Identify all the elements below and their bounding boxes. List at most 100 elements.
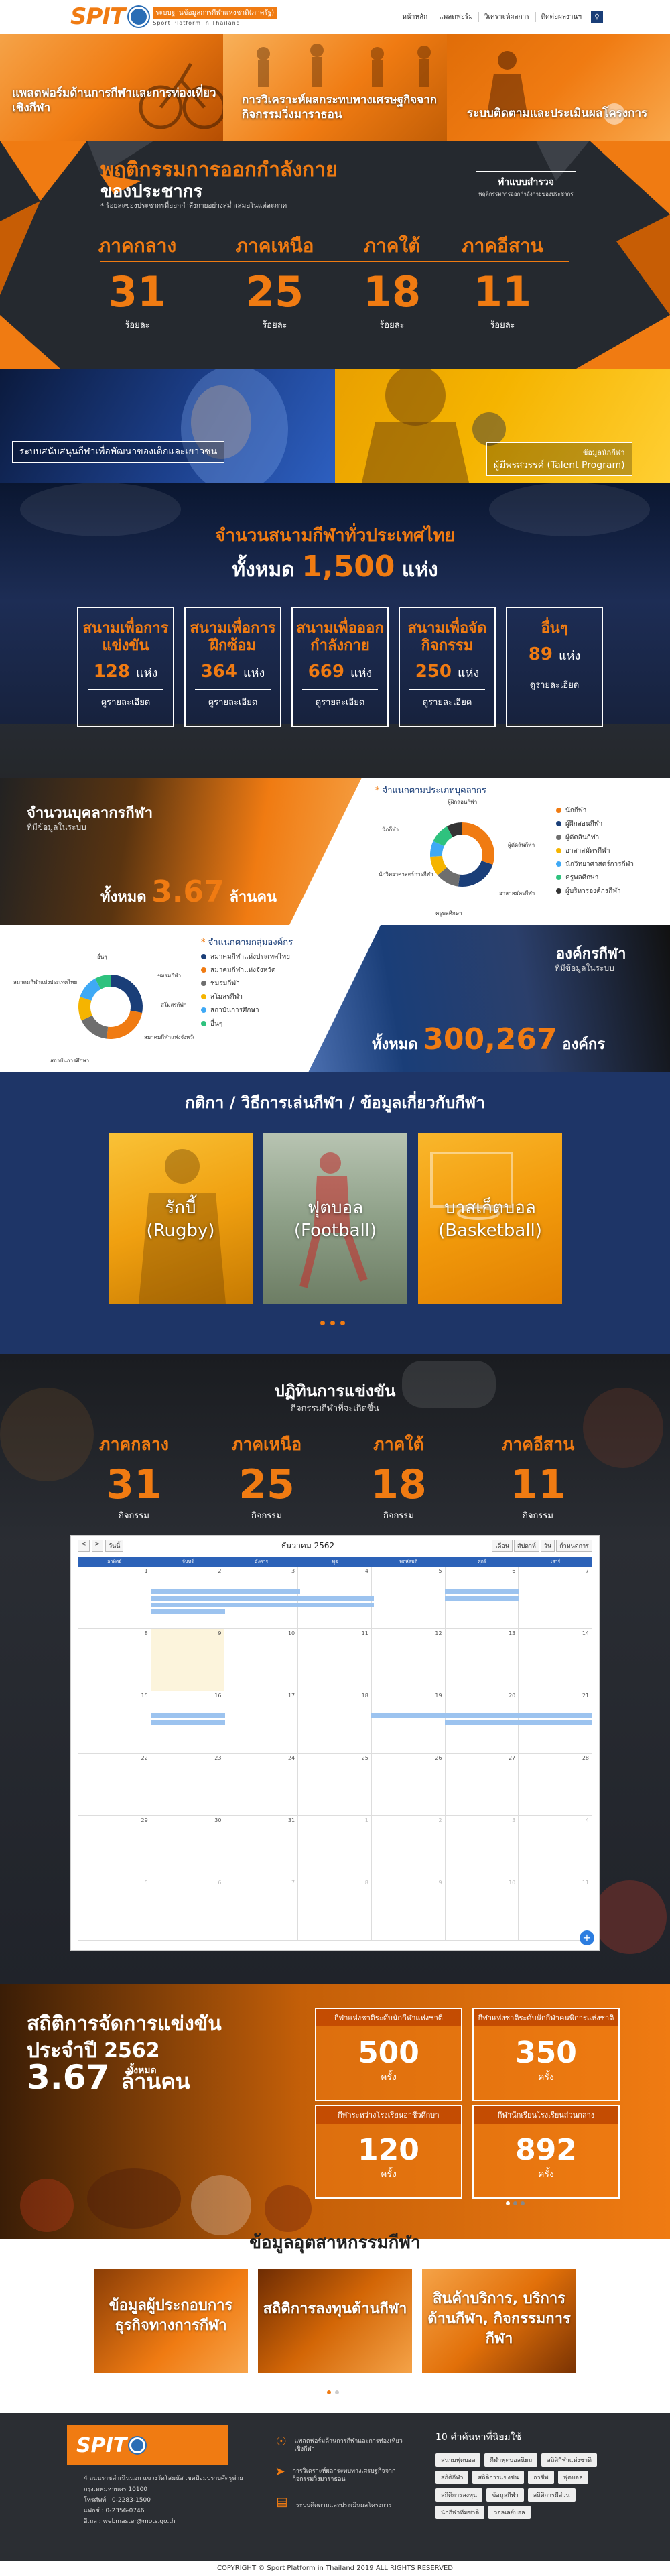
calendar-day-cell[interactable]: 14 [519, 1629, 592, 1691]
stadium-box-detail-link[interactable]: ดูรายละเอียด [302, 689, 378, 709]
calendar-day-cell[interactable]: 23 [151, 1754, 225, 1816]
calendar-event[interactable] [445, 1589, 519, 1594]
calendar-view-week[interactable]: สัปดาห์ [513, 1540, 539, 1552]
calendar-event[interactable] [151, 1603, 374, 1607]
calendar-day-cell[interactable]: 8 [78, 1629, 151, 1691]
tag-chip[interactable]: สถิติกีฬาแห่งชาติ [541, 2453, 597, 2467]
calendar-day-cell[interactable]: 24 [224, 1754, 299, 1816]
stadium-box-detail-link[interactable]: ดูรายละเอียด [195, 689, 271, 709]
add-event-button[interactable]: + [580, 1930, 594, 1945]
calendar-day-cell[interactable]: 31 [224, 1816, 299, 1878]
calendar-day-cell[interactable]: 5 [371, 1567, 446, 1629]
carousel-dot[interactable] [327, 2390, 331, 2394]
calendar-event[interactable] [445, 1713, 592, 1718]
calendar-event[interactable] [151, 1720, 225, 1725]
tag-chip[interactable]: สนามฟุตบอล [436, 2453, 481, 2467]
calendar-day-cell[interactable]: 15 [78, 1691, 151, 1754]
calendar-day-cell[interactable]: 29 [78, 1816, 151, 1878]
carousel-dot[interactable] [513, 2201, 517, 2205]
tag-chip[interactable]: วอลเลย์บอล [488, 2506, 531, 2519]
tag-chip[interactable]: นักกีฬาทีมชาติ [436, 2506, 485, 2519]
calendar-day-cell[interactable]: 13 [445, 1629, 519, 1691]
calendar-day-cell[interactable]: 1 [298, 1816, 372, 1878]
calendar-day-cell[interactable]: 7 [519, 1567, 592, 1629]
calendar-day-cell[interactable]: 7 [224, 1878, 299, 1941]
carousel-dot[interactable] [330, 1321, 335, 1325]
calendar-event[interactable] [445, 1596, 519, 1601]
hero-tile-monitoring[interactable]: ระบบติดตามและประเมินผลโครงการ [447, 34, 670, 141]
tag-chip[interactable]: ข้อมูลกีฬา [486, 2488, 524, 2502]
industry-card-investment[interactable]: สถิติการลงทุนด้านกีฬา [258, 2269, 412, 2373]
calendar-day-cell[interactable]: 5 [78, 1878, 151, 1941]
calendar-prev-button[interactable]: < [78, 1540, 90, 1552]
hero-tile-platform[interactable]: แพลตฟอร์มด้านการกีฬาและการท่องเที่ยวเชิง… [0, 34, 223, 141]
nav-contact[interactable]: ติดต่อผลงานฯ [536, 12, 587, 22]
calendar-event[interactable] [151, 1713, 225, 1718]
stadium-box-detail-link[interactable]: ดูรายละเอียด [517, 672, 592, 692]
site-logo[interactable]: SPIT ระบบฐานข้อมูลการกีฬาแห่งชาติ(ภาครัฐ… [70, 3, 277, 30]
calendar-event[interactable] [371, 1713, 445, 1718]
calendar-event[interactable] [151, 1609, 225, 1614]
carousel-dot[interactable] [335, 2390, 339, 2394]
calendar-day-cell[interactable]: 18 [298, 1691, 372, 1754]
calendar-day-cell[interactable]: 10 [224, 1629, 299, 1691]
calendar-event[interactable] [151, 1589, 300, 1594]
calendar-day-cell[interactable]: 30 [151, 1816, 225, 1878]
footer-link-marathon[interactable]: ➤ การวิเคราะห์ผลกระทบทางเศรษฐกิจจากกิจกร… [275, 2460, 409, 2490]
youth-program-banner[interactable]: ระบบสนับสนุนกีฬาเพื่อพัฒนาของเด็กและเยาว… [0, 369, 335, 483]
tag-chip[interactable]: สถิติการแข่งขัน [472, 2471, 525, 2484]
search-icon[interactable]: ⚲ [591, 11, 603, 23]
rugby-card[interactable]: รักบี้ (Rugby) [109, 1133, 253, 1304]
calendar-view-month[interactable]: เดือน [492, 1540, 513, 1552]
hero-tile-marathon[interactable]: การวิเคราะห์ผลกระทบทางเศรษฐกิจจากกิจกรรม… [223, 34, 447, 141]
footer-link-platform[interactable]: ☉ แพลตฟอร์มด้านการกีฬาและการท่องเที่ยวเช… [275, 2430, 409, 2460]
tag-chip[interactable]: อาชีพ [528, 2471, 554, 2484]
calendar-next-button[interactable]: > [91, 1540, 104, 1552]
calendar-day-cell[interactable]: 9 [371, 1878, 446, 1941]
calendar-day-cell[interactable]: 8 [298, 1878, 372, 1941]
calendar-day-cell[interactable]: 26 [371, 1754, 446, 1816]
calendar-day-cell[interactable]: 22 [78, 1754, 151, 1816]
basketball-card[interactable]: บาสเก็ตบอล (Basketball) [418, 1133, 562, 1304]
carousel-dot[interactable] [340, 1321, 345, 1325]
calendar-day-cell[interactable]: 25 [298, 1754, 372, 1816]
calendar-day-cell[interactable]: 11 [519, 1878, 592, 1941]
football-card[interactable]: ฟุตบอล (Football) [263, 1133, 407, 1304]
footer-logo[interactable]: SPIT [67, 2425, 228, 2465]
calendar-day-cell[interactable]: 3 [445, 1816, 519, 1878]
tag-chip[interactable]: ฟุตบอล [557, 2471, 588, 2484]
nav-analysis[interactable]: วิเคราะห์ผลการ [479, 11, 536, 22]
calendar-day-cell[interactable]: 28 [519, 1754, 592, 1816]
carousel-dot[interactable] [320, 1321, 325, 1325]
carousel-dot[interactable] [521, 2201, 525, 2205]
calendar-day-cell[interactable]: 17 [224, 1691, 299, 1754]
industry-card-business[interactable]: ข้อมูลผู้ประกอบการธุรกิจทางการกีฬา [94, 2269, 248, 2373]
calendar-day-cell[interactable]: 9 [151, 1629, 225, 1691]
calendar-day-cell[interactable]: 27 [445, 1754, 519, 1816]
tag-chip[interactable]: สถิติกีฬา [436, 2471, 469, 2484]
calendar-day-cell[interactable]: 19 [371, 1691, 446, 1754]
carousel-dot[interactable] [506, 2201, 510, 2205]
footer-link-monitoring[interactable]: ▤ ระบบติดตามและประเมินผลโครงการ [275, 2490, 409, 2520]
tag-chip[interactable]: สถิติการลงทุน [436, 2488, 483, 2502]
talent-program-banner[interactable]: ข้อมูลนักกีฬา ผู้มีพรสวรรค์ (Talent Prog… [335, 369, 670, 483]
calendar-day-cell[interactable]: 1 [78, 1567, 151, 1629]
calendar-day-cell[interactable]: 11 [298, 1629, 372, 1691]
stadium-box-detail-link[interactable]: ดูรายละเอียด [88, 689, 163, 709]
calendar-day-cell[interactable]: 2 [371, 1816, 446, 1878]
survey-button[interactable]: ทำแบบสำรวจ พฤติกรรมการออกกำลังกายของประช… [476, 171, 576, 204]
nav-platform[interactable]: แพลตฟอร์ม [433, 11, 479, 22]
footer-email[interactable]: อีเมล : webmaster@mots.go.th [84, 2516, 251, 2527]
tag-chip[interactable]: สถิติการมีส่วน [527, 2488, 576, 2502]
calendar-day-cell[interactable]: 10 [445, 1878, 519, 1941]
industry-card-services[interactable]: สินค้าบริการ, บริการด้านกีฬา, กิจกรรมการ… [422, 2269, 576, 2373]
calendar-event[interactable] [151, 1596, 374, 1601]
calendar-day-cell[interactable]: 4 [519, 1816, 592, 1878]
stadium-box-detail-link[interactable]: ดูรายละเอียด [409, 689, 485, 709]
calendar-event[interactable] [445, 1720, 592, 1725]
calendar-day-cell[interactable]: 6 [151, 1878, 225, 1941]
calendar-day-cell[interactable]: 12 [371, 1629, 446, 1691]
calendar-today-button[interactable]: วันนี้ [105, 1540, 124, 1552]
nav-home[interactable]: หน้าหลัก [397, 11, 434, 22]
calendar-view-list[interactable]: กำหนดการ [556, 1540, 592, 1552]
